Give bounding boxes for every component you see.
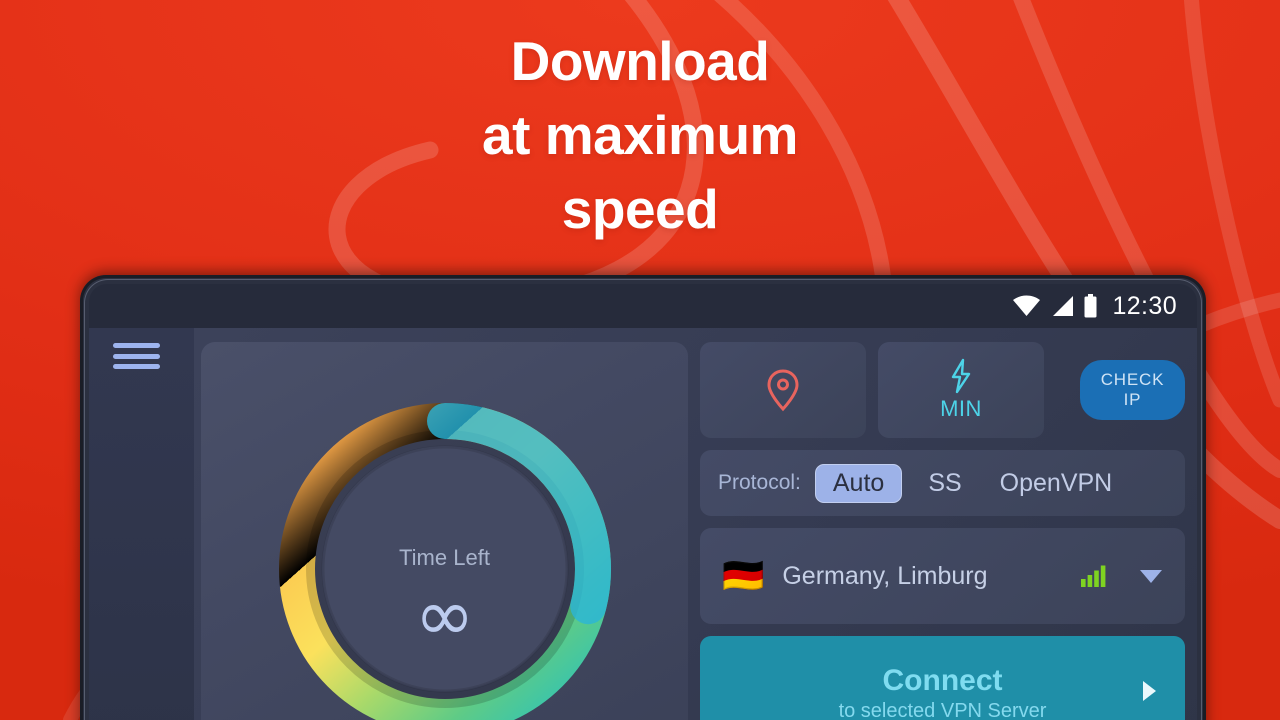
device-screen: 12:30 Time Left ∞ MIN CHECK IP Protocol:…	[89, 284, 1197, 720]
chevron-down-icon[interactable]	[1139, 569, 1163, 584]
play-arrow-icon	[1143, 680, 1156, 701]
location-pin-icon	[767, 369, 799, 412]
page-title: Download at maximum speed	[0, 24, 1280, 246]
hamburger-bar	[113, 364, 160, 369]
protocol-selector: Protocol: Auto SS OpenVPN	[700, 450, 1185, 516]
server-selector-row[interactable]: 🇩🇪 Germany, Limburg	[700, 528, 1185, 624]
headline-line-2: at maximum	[482, 104, 798, 166]
wifi-icon	[1013, 295, 1041, 316]
country-flag-icon: 🇩🇪	[722, 557, 765, 595]
app-sidebar	[89, 328, 194, 720]
gauge-value: ∞	[414, 573, 475, 657]
app-right-column: MIN CHECK IP Protocol: Auto SS OpenVPN 🇩…	[700, 342, 1185, 720]
tablet-device-frame: 12:30 Time Left ∞ MIN CHECK IP Protocol:…	[80, 275, 1206, 720]
signal-bars-icon	[1081, 565, 1106, 587]
headline-line-1: Download	[510, 30, 770, 92]
app-content: Time Left ∞ MIN CHECK IP Protocol: Auto …	[194, 328, 1197, 720]
hamburger-bar	[113, 353, 160, 359]
protocol-option-ss[interactable]: SS	[916, 464, 973, 503]
speed-tile[interactable]: MIN	[878, 342, 1044, 438]
hamburger-bar	[113, 343, 160, 348]
cellular-signal-icon	[1053, 296, 1074, 316]
protocol-option-openvpn[interactable]: OpenVPN	[988, 464, 1125, 503]
speed-tile-label: MIN	[940, 396, 982, 421]
status-bar-clock: 12:30	[1112, 291, 1177, 320]
quick-action-row: MIN CHECK IP	[700, 342, 1185, 438]
protocol-option-auto[interactable]: Auto	[814, 463, 903, 503]
check-ip-button[interactable]: CHECK IP	[1080, 360, 1185, 420]
gauge-label: Time Left	[399, 545, 490, 570]
lightning-bolt-icon	[951, 358, 971, 394]
connect-button[interactable]: Connect to selected VPN Server	[700, 636, 1185, 720]
connect-title: Connect	[882, 663, 1003, 697]
status-bar: 12:30	[89, 284, 1197, 328]
hamburger-menu-icon[interactable]	[113, 341, 160, 371]
protocol-label: Protocol:	[718, 471, 801, 494]
server-name: Germany, Limburg	[782, 561, 988, 590]
time-left-gauge: Time Left ∞	[265, 389, 625, 720]
headline-line-3: speed	[561, 178, 719, 240]
battery-full-icon	[1084, 294, 1097, 318]
time-left-card: Time Left ∞	[201, 342, 688, 720]
location-tile[interactable]	[700, 342, 866, 438]
connect-subtitle: to selected VPN Server	[838, 699, 1047, 720]
promo-stage: Download at maximum speed 12:30 Time Lef…	[0, 0, 1280, 720]
